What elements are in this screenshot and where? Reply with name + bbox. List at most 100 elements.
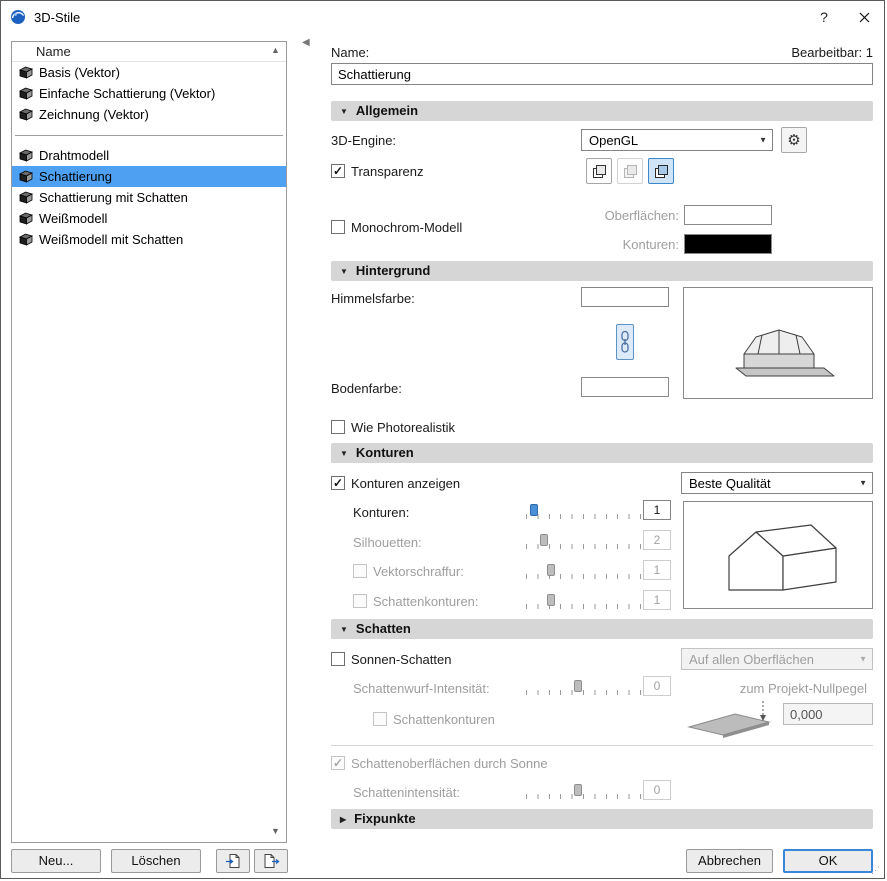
scroll-up-icon[interactable]: ▲ [271, 46, 280, 55]
list-item[interactable]: Einfache Schattierung (Vektor) [12, 83, 286, 104]
shadow-intensity-value[interactable]: 0 [643, 780, 671, 800]
section-fixpunkte[interactable]: ▶ Fixpunkte [331, 809, 873, 829]
sky-color-swatch[interactable] [581, 287, 669, 307]
list-item-label: Weißmodell mit Schatten [39, 232, 184, 247]
style-cube-icon [19, 170, 33, 183]
style-cube-icon [19, 212, 33, 225]
zero-level-input[interactable] [783, 703, 873, 725]
list-item[interactable]: Weißmodell mit Schatten [12, 229, 286, 250]
section-konturen[interactable]: ▼ Konturen [331, 443, 873, 463]
shadow-contours-value[interactable]: 1 [643, 590, 671, 610]
list-item-label: Schattierung mit Schatten [39, 190, 188, 205]
list-item[interactable]: Schattierung mit Schatten [12, 187, 286, 208]
shadow-contours-slider[interactable] [526, 594, 641, 610]
list-item[interactable]: Drahtmodell [12, 145, 286, 166]
new-button[interactable]: Neu... [11, 849, 101, 873]
gear-icon: ⚙ [787, 132, 801, 149]
surfaces-label: Oberflächen: [604, 208, 679, 223]
contours-slider[interactable] [526, 504, 641, 520]
link-colors-button[interactable] [616, 324, 634, 360]
slider-ticks [526, 690, 641, 695]
style-list-items: Basis (Vektor) Einfache Schattierung (Ve… [12, 62, 286, 250]
list-item-label: Einfache Schattierung (Vektor) [39, 86, 216, 101]
show-contours-checkbox[interactable]: ✓ Konturen anzeigen [331, 475, 460, 491]
panel-collapse-icon[interactable]: ◀ [302, 37, 310, 48]
list-item[interactable]: Weißmodell [12, 208, 286, 229]
silhouettes-slider-label: Silhouetten: [353, 535, 422, 550]
shadow-contours-checkbox[interactable]: Schattenkonturen: [353, 593, 479, 609]
surfaces-color-swatch[interactable] [684, 205, 772, 225]
scroll-down-icon[interactable]: ▼ [271, 827, 280, 836]
chain-link-icon [621, 330, 629, 353]
silhouettes-value[interactable]: 2 [643, 530, 671, 550]
resize-grip[interactable]: ⋰ [871, 866, 881, 876]
project-zero-label: zum Projekt-Nullpegel [739, 681, 867, 696]
delete-button[interactable]: Löschen [111, 849, 201, 873]
section-schatten[interactable]: ▼ Schatten [331, 619, 873, 639]
contours-color-swatch[interactable] [684, 234, 772, 254]
slider-thumb[interactable] [573, 680, 582, 692]
titlebar: 3D-Stile ? [1, 1, 884, 33]
list-item[interactable]: Zeichnung (Vektor) [12, 104, 286, 125]
list-item-label: Zeichnung (Vektor) [39, 107, 149, 122]
import-style-button[interactable] [216, 849, 250, 873]
layers-icon [654, 164, 668, 178]
help-button[interactable]: ? [804, 1, 844, 33]
show-contours-label: Konturen anzeigen [351, 475, 461, 491]
vector-hatch-value[interactable]: 1 [643, 560, 671, 580]
shadow-surfaces-dropdown[interactable]: Auf allen Oberflächen ▼ [681, 648, 873, 670]
section-allgemein[interactable]: ▼ Allgemein [331, 101, 873, 121]
slider-ticks [526, 574, 641, 579]
export-style-button[interactable] [254, 849, 288, 873]
chevron-down-icon: ▼ [759, 135, 767, 145]
engine-dropdown[interactable]: OpenGL ▼ [581, 129, 773, 151]
slider-ticks [526, 514, 641, 519]
close-button[interactable] [844, 1, 884, 33]
checkbox-box [353, 594, 367, 608]
slider-thumb[interactable] [573, 784, 582, 796]
list-item[interactable]: Schattierung [12, 166, 286, 187]
ground-color-swatch[interactable] [581, 377, 669, 397]
ok-button[interactable]: OK [783, 849, 873, 873]
checkbox-box [331, 220, 345, 234]
shadow-intensity-slider[interactable] [526, 784, 641, 800]
slider-thumb[interactable] [547, 564, 556, 576]
style-name-input[interactable] [331, 63, 873, 85]
sun-shadows-checkbox[interactable]: Sonnen-Schatten [331, 651, 451, 667]
quality-dropdown[interactable]: Beste Qualität ▼ [681, 472, 873, 494]
section-hintergrund[interactable]: ▼ Hintergrund [331, 261, 873, 281]
chevron-down-icon: ▼ [340, 267, 348, 276]
dialog-3d-styles: 3D-Stile ? Name Basis (Vektor) Einfache … [0, 0, 885, 879]
contours-value[interactable]: 1 [643, 500, 671, 520]
transparency-mode-none-button[interactable] [586, 158, 612, 184]
transparency-mode-full-button[interactable] [648, 158, 674, 184]
engine-settings-button[interactable]: ⚙ [781, 127, 807, 153]
shadow-surfaces-by-sun-checkbox[interactable]: ✓ Schattenoberflächen durch Sonne [331, 755, 548, 771]
slider-thumb[interactable] [540, 534, 549, 546]
shadow-intensity-cast-label: Schattenwurf-Intensität: [353, 681, 490, 696]
vector-hatch-slider[interactable] [526, 564, 641, 580]
checkbox-box [353, 564, 367, 578]
cancel-button[interactable]: Abbrechen [686, 849, 773, 873]
silhouettes-slider[interactable] [526, 534, 641, 550]
slider-thumb[interactable] [547, 594, 556, 606]
shadow-contours-2-label: Schattenkonturen [393, 711, 495, 727]
transparency-mode-simple-button[interactable] [617, 158, 643, 184]
photorealistic-label: Wie Photorealistik [351, 419, 456, 435]
photorealistic-checkbox[interactable]: Wie Photorealistik [331, 419, 455, 435]
vector-hatch-checkbox[interactable]: Vektorschraffur: [353, 563, 464, 579]
editable-count-label: Bearbeitbar: 1 [791, 45, 873, 60]
slider-thumb[interactable] [530, 504, 539, 516]
shadow-cast-value[interactable]: 0 [643, 676, 671, 696]
shadow-cast-slider[interactable] [526, 680, 641, 696]
list-item[interactable]: Basis (Vektor) [12, 62, 286, 83]
list-header-name[interactable]: Name [12, 42, 286, 62]
style-cube-icon [19, 87, 33, 100]
checkbox-box [331, 420, 345, 434]
transparenz-checkbox[interactable]: ✓ Transparenz [331, 163, 424, 179]
slider-ticks [526, 604, 641, 609]
monochrom-checkbox[interactable]: Monochrom-Modell [331, 219, 462, 235]
contours-preview-image [683, 501, 873, 609]
shadow-contours-2-checkbox[interactable]: Schattenkonturen [373, 711, 495, 727]
shadow-contours-label: Schattenkonturen: [373, 593, 479, 609]
